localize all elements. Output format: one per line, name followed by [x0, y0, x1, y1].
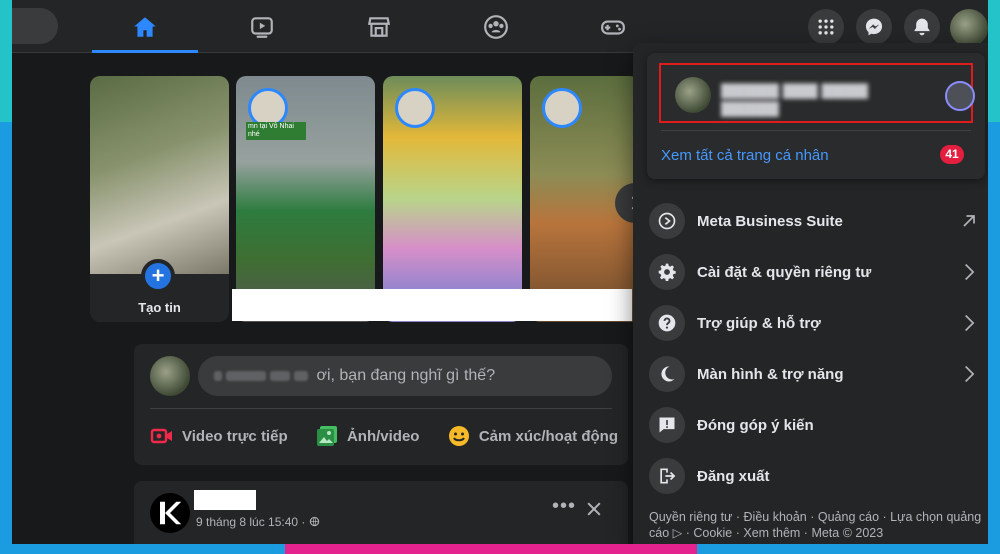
- chevron-right-icon: [965, 314, 975, 332]
- close-icon[interactable]: [584, 499, 604, 519]
- messenger-button[interactable]: [856, 9, 892, 45]
- avatar: [675, 77, 711, 113]
- tab-watch[interactable]: [209, 0, 315, 53]
- messenger-icon: [865, 18, 883, 36]
- avatar: [150, 356, 190, 396]
- icon-circle: [649, 305, 685, 341]
- story-card[interactable]: [383, 76, 522, 322]
- page-logo[interactable]: [150, 493, 190, 533]
- home-icon: [134, 16, 156, 37]
- ellipsis-icon: •••: [552, 495, 577, 517]
- gaming-icon: [601, 20, 625, 35]
- menu-item-label: Màn hình & trợ năng: [697, 365, 844, 383]
- photo-icon: [316, 426, 337, 446]
- profile-card: ▇▇▇▇▇ ▇▇▇ ▇▇▇▇ ▇▇▇▇▇ Xem tất cả trang cá …: [647, 53, 985, 179]
- tab-home[interactable]: [92, 0, 198, 53]
- globe-icon: [309, 516, 319, 527]
- icon-circle: [649, 254, 685, 290]
- divider: [661, 130, 971, 131]
- chevron-right-icon: [965, 365, 975, 383]
- chevron-right-icon: [965, 263, 975, 281]
- plus-icon: +: [141, 259, 175, 293]
- composer-actions: Video trực tiếp Ảnh/video Cảm xúc/hoạt đ…: [150, 416, 618, 456]
- frame-border-right: [988, 0, 1000, 554]
- create-story-card[interactable]: + Tạo tin: [90, 76, 229, 322]
- redacted-page-name: [194, 490, 256, 510]
- story-caption: mn tại Vô Nhai nhé: [246, 122, 306, 140]
- current-profile-row[interactable]: ▇▇▇▇▇ ▇▇▇ ▇▇▇▇ ▇▇▇▇▇: [659, 63, 975, 123]
- groups-icon: [484, 14, 508, 39]
- search-input[interactable]: [12, 8, 58, 44]
- icon-circle: [649, 203, 685, 239]
- photo-video-button[interactable]: Ảnh/video: [315, 424, 420, 448]
- help-icon: [658, 314, 676, 332]
- feed-post: 9 tháng 8 lúc 15:40 · •••: [134, 481, 628, 544]
- notifications-button[interactable]: [904, 9, 940, 45]
- tab-marketplace[interactable]: [326, 0, 432, 53]
- frame-border-bottom-accent: [285, 544, 697, 554]
- external-link-icon: [963, 215, 975, 227]
- facebook-app: + Tạo tin mn tại Vô Nhai nhé ơi, bạn đan…: [12, 0, 988, 544]
- live-video-label: Video trực tiếp: [182, 427, 288, 445]
- tab-groups[interactable]: [443, 0, 549, 53]
- icon-circle: [649, 356, 685, 392]
- notifications-icon: [914, 18, 930, 36]
- frame-border-left: [0, 0, 12, 554]
- menu-grid-icon: [818, 19, 834, 35]
- more-options-button[interactable]: •••: [552, 496, 576, 516]
- redacted-name: [294, 370, 308, 381]
- live-video-button[interactable]: Video trực tiếp: [150, 424, 288, 448]
- k-logo-icon: [160, 501, 182, 525]
- logout-icon: [660, 468, 676, 484]
- menu-item-label: Trợ giúp & hỗ trợ: [697, 314, 821, 332]
- redacted-name: [270, 370, 290, 381]
- menu-item-settings-privacy[interactable]: Cài đặt & quyền riêng tư: [641, 248, 988, 296]
- composer-input[interactable]: ơi, bạn đang nghĩ gì thế?: [198, 356, 612, 396]
- live-video-icon: [150, 428, 172, 444]
- divider: [150, 408, 612, 409]
- profile-name-redacted: ▇▇▇▇▇ ▇▇▇ ▇▇▇▇ ▇▇▇▇▇: [721, 82, 868, 117]
- feeling-icon: [448, 426, 469, 446]
- business-suite-icon: [658, 212, 676, 230]
- settings-gear-icon: [658, 263, 676, 281]
- menu-item-label: Đóng góp ý kiến: [697, 416, 814, 434]
- frame-border-bottom: [0, 544, 285, 554]
- redacted-block: [232, 289, 632, 321]
- footer-links[interactable]: Quyền riêng tư · Điều khoản · Quảng cáo …: [649, 509, 988, 541]
- story-avatar: [542, 88, 582, 128]
- menu-item-give-feedback[interactable]: Đóng góp ý kiến: [641, 401, 988, 449]
- menu-button[interactable]: [808, 9, 844, 45]
- feedback-icon: [659, 417, 675, 433]
- post-composer: ơi, bạn đang nghĩ gì thế? Video trực tiế…: [134, 344, 628, 465]
- feeling-activity-button[interactable]: Cảm xúc/hoạt động: [447, 424, 618, 448]
- watch-icon: [251, 16, 273, 38]
- feeling-activity-label: Cảm xúc/hoạt động: [478, 427, 618, 445]
- menu-item-meta-business-suite[interactable]: Meta Business Suite: [641, 197, 988, 245]
- post-timestamp[interactable]: 9 tháng 8 lúc 15:40 ·: [196, 515, 320, 529]
- marketplace-icon: [367, 16, 391, 37]
- menu-item-display-accessibility[interactable]: Màn hình & trợ năng: [641, 350, 988, 398]
- redacted-name: [226, 370, 266, 381]
- menu-item-help-support[interactable]: Trợ giúp & hỗ trợ: [641, 299, 988, 347]
- switch-profile-icon[interactable]: [945, 81, 975, 111]
- photo-video-label: Ảnh/video: [346, 427, 420, 445]
- menu-item-log-out[interactable]: Đăng xuất: [641, 452, 988, 500]
- story-photo: [90, 76, 229, 274]
- redacted-name: [214, 370, 222, 381]
- icon-circle: [649, 458, 685, 494]
- story-card[interactable]: mn tại Vô Nhai nhé: [236, 76, 375, 322]
- story-avatar: [395, 88, 435, 128]
- moon-icon: [661, 366, 675, 382]
- composer-prompt-text: ơi, bạn đang nghĩ gì thế?: [316, 367, 496, 384]
- menu-item-label: Đăng xuất: [697, 467, 770, 485]
- icon-circle: [649, 407, 685, 443]
- menu-item-label: Cài đặt & quyền riêng tư: [697, 263, 872, 281]
- menu-item-label: Meta Business Suite: [697, 212, 843, 230]
- see-all-profiles-link[interactable]: Xem tất cả trang cá nhân: [661, 147, 829, 164]
- account-avatar-button[interactable]: [950, 9, 988, 47]
- account-menu: ▇▇▇▇▇ ▇▇▇ ▇▇▇▇ ▇▇▇▇▇ Xem tất cả trang cá …: [633, 43, 988, 544]
- profile-count-badge: 41: [940, 145, 964, 164]
- create-story-label: Tạo tin: [138, 300, 181, 315]
- frame-border-bottom: [697, 544, 1000, 554]
